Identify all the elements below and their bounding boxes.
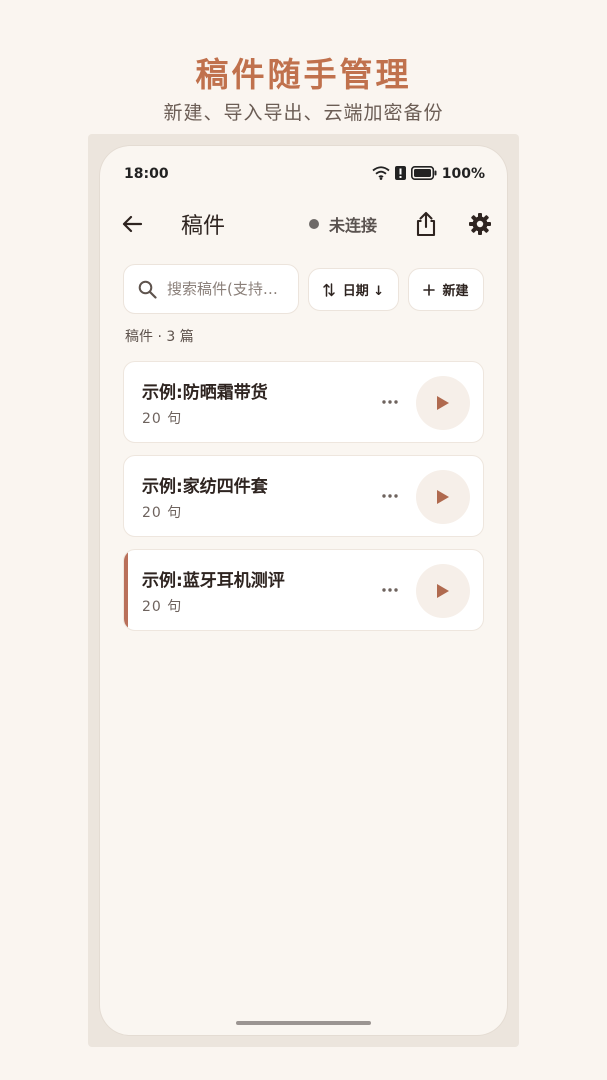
status-time: 18:00 [124, 166, 169, 182]
promo-title: 稿件随手管理 [195, 55, 412, 94]
sort-label: 日期 ↓ [342, 284, 385, 299]
search-box[interactable] [123, 264, 299, 314]
battery-percentage: 100% [441, 166, 485, 182]
sort-icon [323, 282, 335, 297]
more-dots-icon [382, 400, 398, 404]
wifi-icon [372, 165, 390, 184]
new-button[interactable]: 新建 [408, 268, 484, 311]
more-button[interactable] [378, 390, 402, 414]
list-item[interactable]: 示例:家纺四件套 20 句 [123, 455, 484, 537]
list-item-sentence-count: 20 句 [142, 411, 183, 427]
connection-status[interactable]: 未连接 [309, 212, 377, 236]
list-item-active[interactable]: 示例:蓝牙耳机测评 20 句 [123, 549, 484, 631]
list-item[interactable]: 示例:防晒霜带货 20 句 [123, 361, 484, 443]
more-button[interactable] [378, 578, 402, 602]
connection-dot-icon [309, 219, 319, 229]
list-item-sentence-count: 20 句 [142, 599, 183, 615]
play-button[interactable] [416, 470, 470, 524]
play-icon [437, 396, 449, 410]
back-arrow-icon [122, 215, 143, 233]
share-button[interactable] [412, 210, 440, 238]
play-icon [437, 490, 449, 504]
phone-screen: 18:00 100% 稿件 未连接 搜索稿件(支持… 日期 ↓ 新建 稿件 · … [100, 146, 507, 1035]
play-button[interactable] [416, 564, 470, 618]
plus-icon [423, 283, 436, 296]
new-label: 新建 [442, 284, 469, 299]
toolbar: 日期 ↓ 新建 [123, 264, 484, 314]
alert-icon [394, 165, 406, 184]
list-item-title: 示例:蓝牙耳机测评 [142, 571, 285, 591]
list-item-sentence-count: 20 句 [142, 505, 183, 521]
home-indicator[interactable] [236, 1021, 371, 1025]
list-item-title: 示例:防晒霜带货 [142, 383, 268, 403]
status-icons: 100% [372, 165, 485, 184]
connection-status-text: 未连接 [329, 216, 378, 235]
play-button[interactable] [416, 376, 470, 430]
list-item-title: 示例:家纺四件套 [142, 477, 268, 497]
more-dots-icon [382, 588, 398, 592]
list-count-label: 稿件 · 3 篇 [125, 329, 194, 345]
status-bar: 18:00 100% [124, 164, 485, 184]
settings-gear-icon [469, 213, 491, 235]
screen-title: 稿件 [181, 214, 226, 239]
app-bar: 稿件 未连接 [100, 204, 507, 244]
play-icon [437, 584, 449, 598]
promo-subtitle: 新建、导入导出、云端加密备份 [163, 102, 444, 124]
settings-button[interactable] [466, 210, 494, 238]
battery-icon [410, 165, 437, 184]
share-icon [416, 211, 436, 237]
more-dots-icon [382, 494, 398, 498]
sort-button[interactable]: 日期 ↓ [308, 268, 399, 311]
more-button[interactable] [378, 484, 402, 508]
draft-list: 示例:防晒霜带货 20 句 示例:家纺四件套 20 句 示例:蓝牙耳机测评 20… [123, 361, 484, 643]
search-input[interactable] [167, 280, 291, 298]
back-button[interactable] [118, 210, 146, 238]
search-icon [138, 280, 157, 299]
